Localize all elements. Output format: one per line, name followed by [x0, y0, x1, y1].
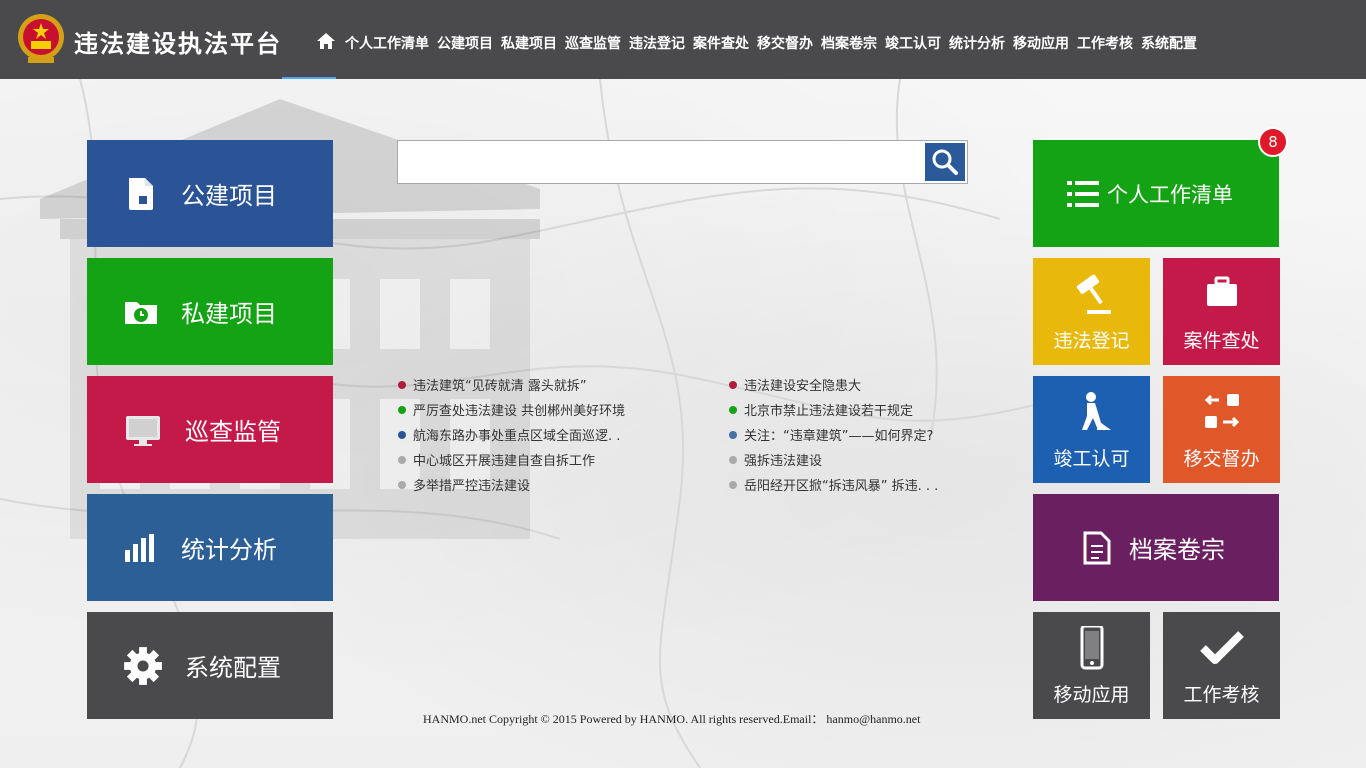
smartphone-icon [1080, 626, 1103, 670]
national-emblem-logo [18, 14, 64, 63]
tile-label: 工作考核 [1183, 684, 1260, 706]
tile-label: 竣工认可 [1053, 448, 1130, 470]
news-list-right: 违法建设安全隐患大 北京市禁止违法建设若干规定 关注：“违章建筑”——如何界定?… [729, 372, 979, 497]
news-title: 航海东路办事处重点区域全面巡逻. . [413, 429, 621, 444]
news-item[interactable]: 严厉查处违法建设 共创郴州美好环境 [398, 397, 718, 422]
tile-mobile[interactable]: 移动应用 [1033, 612, 1150, 719]
checkmark-icon [1199, 631, 1244, 664]
news-title: 岳阳经开区掀“拆违风暴” 拆违. . . [744, 479, 939, 494]
news-item[interactable]: 中心城区开展违建自查自拆工作 [398, 447, 718, 472]
tile-statistics[interactable]: 统计分析 [87, 494, 333, 601]
news-title: 违法建设安全隐患大 [744, 379, 862, 394]
notification-badge: 8 [1258, 127, 1288, 157]
search-button[interactable] [925, 143, 965, 181]
gavel-icon [1076, 274, 1111, 314]
home-icon[interactable] [316, 32, 336, 50]
tile-label: 公建项目 [181, 182, 277, 210]
tile-label: 巡查监管 [185, 418, 281, 446]
tile-settings[interactable]: 系统配置 [87, 612, 333, 719]
folder-clock-icon [125, 301, 157, 324]
search-input[interactable] [398, 141, 926, 183]
briefcase-icon [1206, 276, 1237, 306]
main-nav: 个人工作清单 公建项目 私建项目 巡查监管 违法登记 案件查处 移交督办 档案卷… [345, 33, 1197, 53]
tile-label: 统计分析 [181, 536, 277, 564]
file-text-icon [1083, 531, 1111, 564]
tile-public-projects[interactable]: 公建项目 [87, 140, 333, 247]
monitor-icon [126, 415, 160, 446]
news-item[interactable]: 航海东路办事处重点区域全面巡逻. . [398, 422, 718, 447]
tile-violation-register[interactable]: 违法登记 [1033, 258, 1150, 365]
tile-assessment[interactable]: 工作考核 [1163, 612, 1280, 719]
tile-work-list[interactable]: 个人工作清单 [1033, 140, 1279, 247]
news-title: 北京市禁止违法建设若干规定 [744, 404, 914, 419]
news-title: 中心城区开展违建自查自拆工作 [413, 454, 596, 469]
bullet-dot [398, 405, 406, 414]
bullet-dot [729, 480, 737, 489]
tile-inspection[interactable]: 巡查监管 [87, 376, 333, 483]
bullet-dot [398, 380, 406, 389]
tile-archive[interactable]: 档案卷宗 [1033, 494, 1279, 601]
news-item[interactable]: 违法建设安全隐患大 [729, 372, 979, 397]
nav-item-work-list[interactable]: 个人工作清单 [345, 33, 429, 53]
news-item[interactable]: 关注：“违章建筑”——如何界定? [729, 422, 979, 447]
news-item[interactable]: 多举措严控违法建设 [398, 472, 718, 497]
tile-label: 移交督办 [1183, 448, 1260, 470]
document-icon [129, 177, 153, 210]
nav-item-private-projects[interactable]: 私建项目 [501, 33, 557, 53]
news-list-left: 违法建筑“见砖就清 露头就拆” 严厉查处违法建设 共创郴州美好环境 航海东路办事… [398, 372, 718, 497]
news-title: 强拆违法建设 [744, 454, 823, 469]
news-title: 违法建筑“见砖就清 露头就拆” [413, 379, 587, 394]
nav-item-transfer[interactable]: 移交督办 [757, 33, 813, 53]
tile-label: 案件查处 [1183, 330, 1260, 352]
news-item[interactable]: 违法建筑“见砖就清 露头就拆” [398, 372, 718, 397]
bullet-dot [729, 405, 737, 414]
news-title: 严厉查处违法建设 共创郴州美好环境 [413, 404, 626, 419]
app-title: 违法建设执法平台 [74, 30, 282, 58]
tile-label: 档案卷宗 [1129, 536, 1225, 564]
tile-completion[interactable]: 竣工认可 [1033, 376, 1150, 483]
nav-item-case-handling[interactable]: 案件查处 [693, 33, 749, 53]
nav-item-settings[interactable]: 系统配置 [1141, 33, 1197, 53]
top-header: 违法建设执法平台 个人工作清单 公建项目 私建项目 巡查监管 违法登记 案件查处… [0, 0, 1366, 79]
construction-worker-icon [1081, 392, 1111, 430]
nav-item-mobile[interactable]: 移动应用 [1013, 33, 1069, 53]
nav-item-statistics[interactable]: 统计分析 [949, 33, 1005, 53]
nav-item-assessment[interactable]: 工作考核 [1077, 33, 1133, 53]
news-item[interactable]: 北京市禁止违法建设若干规定 [729, 397, 979, 422]
list-icon [1067, 180, 1099, 207]
home-active-indicator [282, 77, 336, 79]
tile-label: 移动应用 [1053, 684, 1130, 706]
tile-case-handling[interactable]: 案件查处 [1163, 258, 1280, 365]
tile-transfer[interactable]: 移交督办 [1163, 376, 1280, 483]
nav-item-public-projects[interactable]: 公建项目 [437, 33, 493, 53]
bullet-dot [398, 480, 406, 489]
news-item[interactable]: 强拆违法建设 [729, 447, 979, 472]
nav-item-archive[interactable]: 档案卷宗 [821, 33, 877, 53]
news-item[interactable]: 岳阳经开区掀“拆违风暴” 拆违. . . [729, 472, 979, 497]
transfer-icon [1204, 394, 1239, 428]
tile-private-projects[interactable]: 私建项目 [87, 258, 333, 365]
bullet-dot [729, 455, 737, 464]
bullet-dot [729, 380, 737, 389]
tile-label: 个人工作清单 [1107, 182, 1233, 207]
bar-chart-icon [125, 533, 154, 562]
tile-label: 系统配置 [185, 654, 281, 682]
bullet-dot [398, 430, 406, 439]
bullet-dot [729, 430, 737, 439]
nav-item-inspection[interactable]: 巡查监管 [565, 33, 621, 53]
tile-label: 私建项目 [181, 300, 277, 328]
tile-label: 违法登记 [1053, 330, 1130, 352]
gear-icon [124, 646, 162, 685]
nav-item-completion[interactable]: 竣工认可 [885, 33, 941, 53]
footer-copyright: HANMO.net Copyright © 2015 Powered by HA… [423, 712, 921, 726]
search-icon [932, 149, 958, 175]
news-title: 多举措严控违法建设 [413, 479, 531, 494]
search-box [397, 140, 968, 184]
news-title: 关注：“违章建筑”——如何界定? [744, 429, 934, 444]
nav-item-violation-register[interactable]: 违法登记 [629, 33, 685, 53]
bullet-dot [398, 455, 406, 464]
